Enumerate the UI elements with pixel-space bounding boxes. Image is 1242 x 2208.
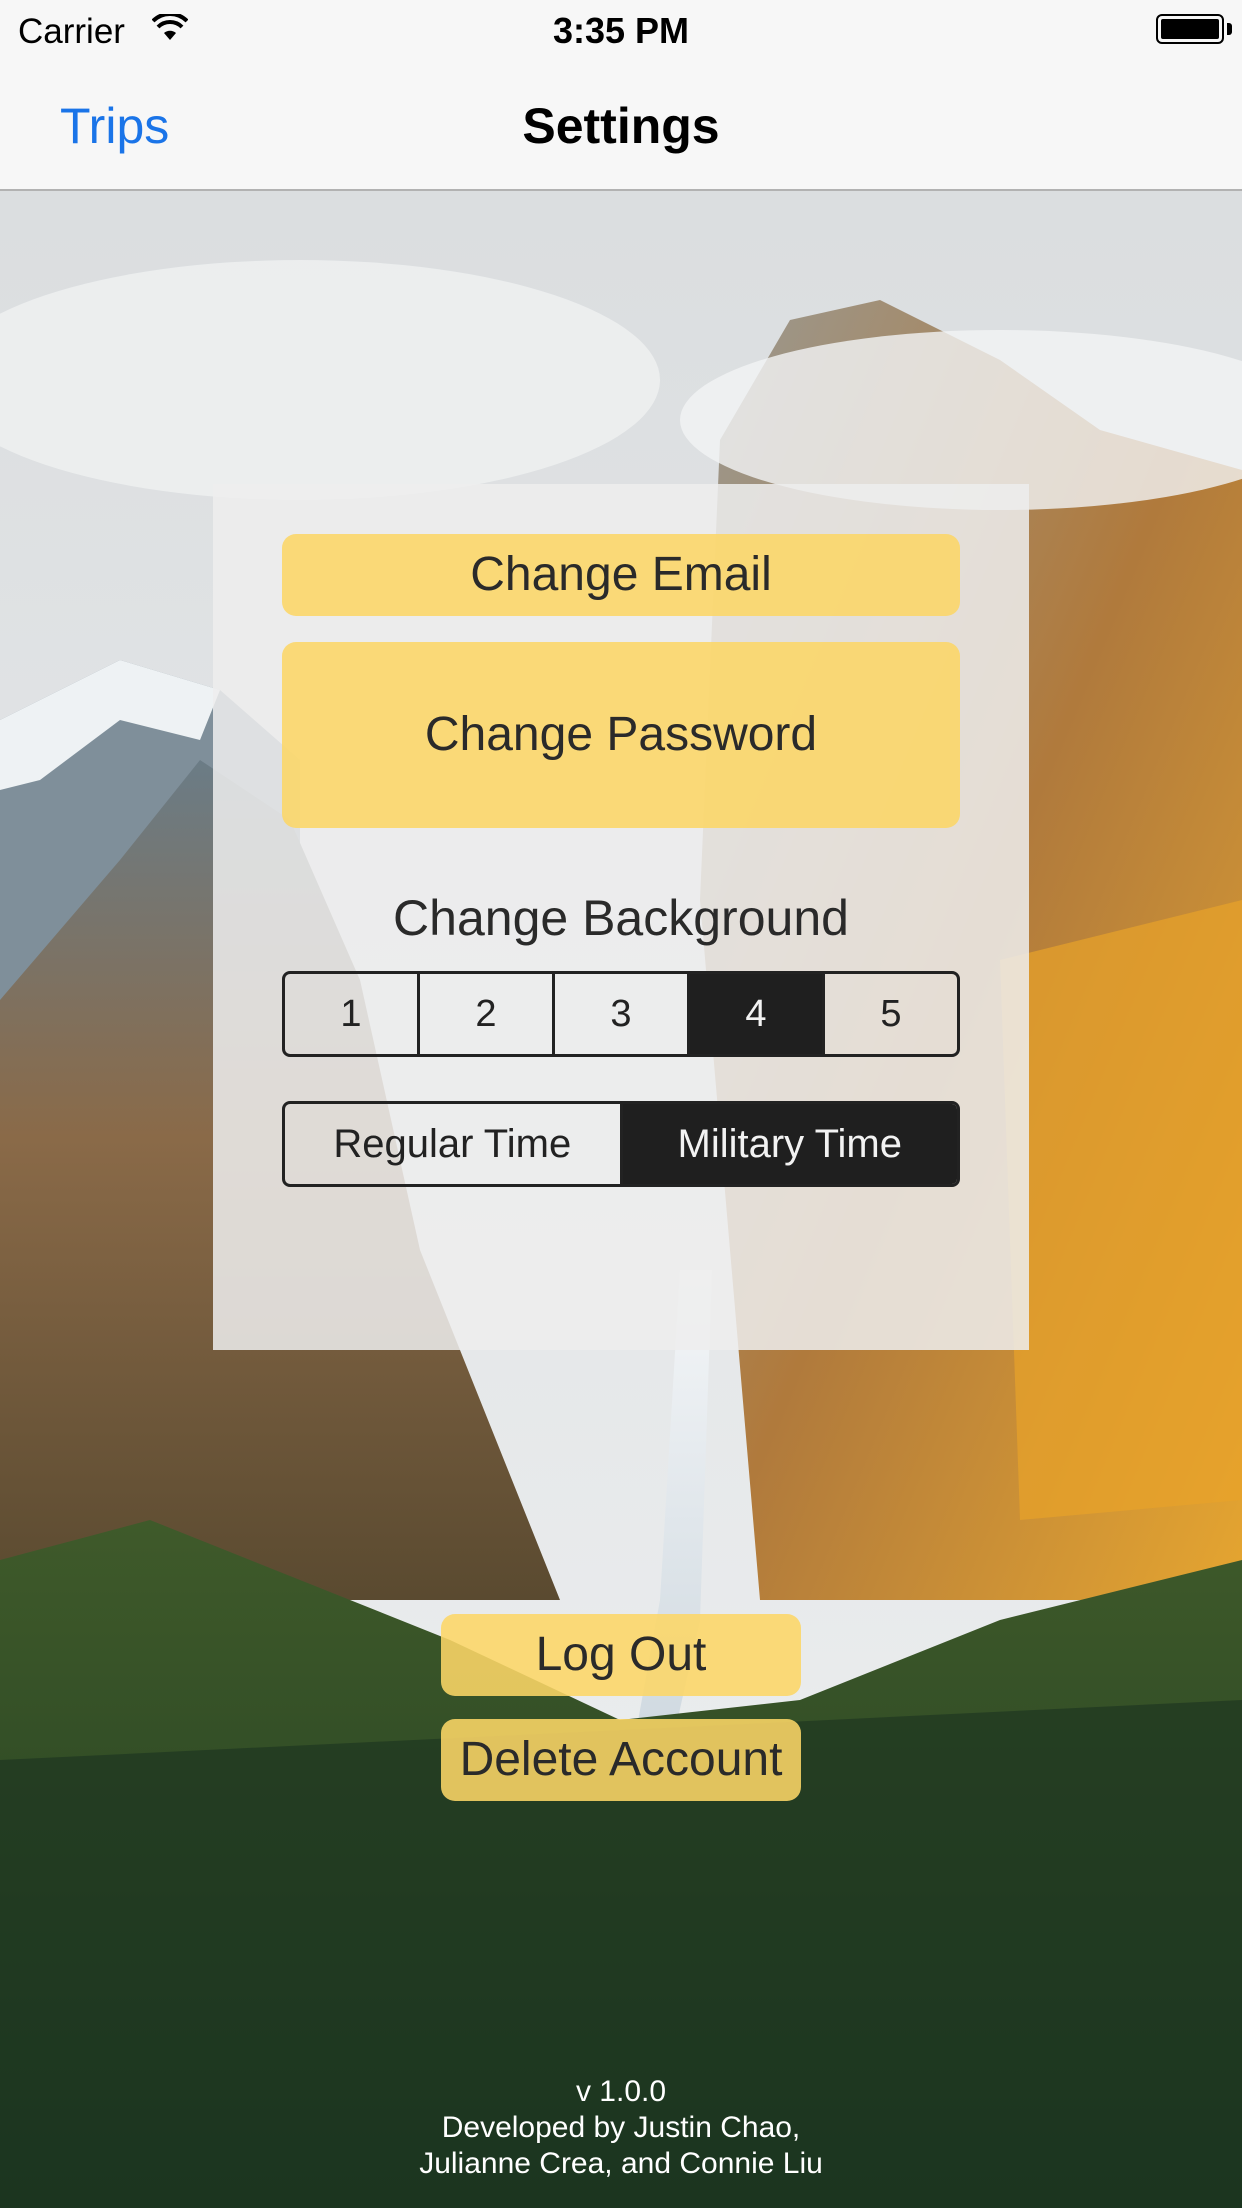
page-title: Settings: [522, 98, 720, 154]
change-background-label: Change Background: [393, 890, 849, 946]
regular-time-option[interactable]: Regular Time: [285, 1104, 620, 1184]
version-label: v 1.0.0: [575, 2075, 667, 2108]
background-segmented-control: 1 2 3 4 5: [282, 971, 960, 1057]
app-footer: v 1.0.0 Developed by Justin Chao, Julian…: [0, 2074, 1242, 2182]
battery-icon: [1156, 14, 1224, 44]
log-out-button[interactable]: Log Out: [441, 1614, 801, 1696]
status-time: 3:35 PM: [552, 10, 690, 51]
credits-line-1: Developed by Justin Chao,: [441, 2111, 801, 2144]
background-option-3[interactable]: 3: [552, 974, 687, 1054]
change-email-button[interactable]: Change Email: [282, 534, 960, 616]
navigation-bar: Trips Settings: [0, 60, 1242, 191]
background-option-4[interactable]: 4: [687, 974, 822, 1054]
delete-account-button[interactable]: Delete Account: [441, 1719, 801, 1801]
battery-tip: [1227, 23, 1232, 35]
time-format-segmented-control: Regular Time Military Time: [282, 1101, 960, 1187]
credits-line-2: Julianne Crea, and Connie Liu: [419, 2147, 823, 2180]
military-time-option[interactable]: Military Time: [619, 1104, 957, 1184]
status-bar: Carrier 3:35 PM: [0, 0, 1242, 60]
change-password-button[interactable]: Change Password: [282, 642, 960, 828]
background-option-2[interactable]: 2: [417, 974, 552, 1054]
background-option-1[interactable]: 1: [285, 974, 417, 1054]
background-option-5[interactable]: 5: [822, 974, 957, 1054]
settings-panel: Change Email Change Password Change Back…: [213, 484, 1029, 1350]
